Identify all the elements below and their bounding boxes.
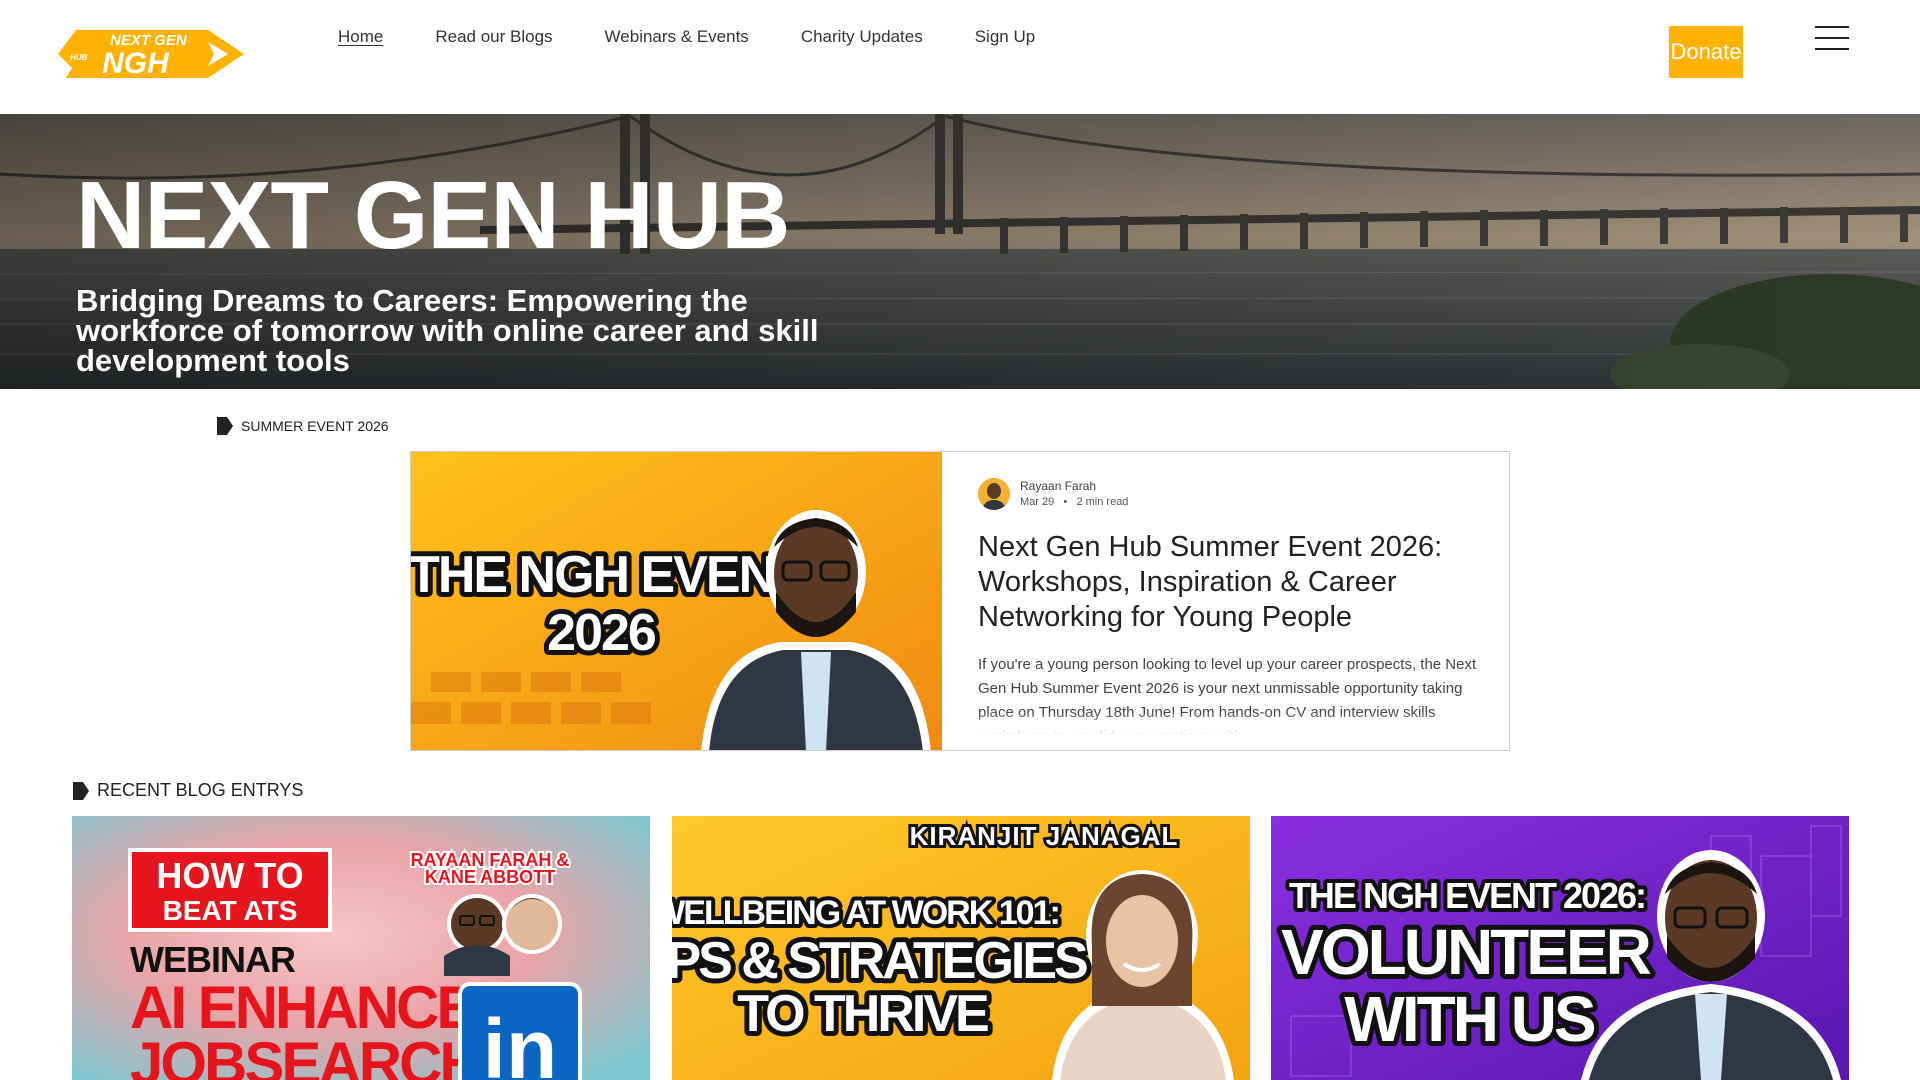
author-avatar-image — [978, 478, 1010, 510]
hero-title: NEXT GEN HUB — [76, 162, 790, 269]
page: NEXT GEN HUB NGH Home Read our Blogs Web… — [0, 0, 1920, 1080]
featured-post-image[interactable]: THE NGH EVENT 2026 — [411, 452, 942, 750]
nav-charity-updates[interactable]: Charity Updates — [801, 26, 923, 48]
volunteer-line3: WITH US — [1344, 983, 1595, 1055]
wellbeing-line3: TO THRIVE — [737, 985, 988, 1043]
wellbeing-thumbnail: KIRANJIT JANAGAL WELLBEING AT WORK 101: … — [672, 816, 1250, 1080]
recent-blog-heading-label: RECENT BLOG ENTRYS — [97, 780, 304, 800]
nav-home[interactable]: Home — [338, 26, 383, 48]
ats-presenters-2: KANE ABBOTT — [425, 867, 555, 887]
main-nav: Home Read our Blogs Webinars & Events Ch… — [338, 26, 1087, 48]
ats-line2: BEAT ATS — [163, 895, 298, 926]
post-meta: Mar 29 • 2 min read — [1020, 494, 1128, 510]
logo-text-main: NGH — [102, 47, 170, 80]
ngh-logo[interactable]: NEXT GEN HUB NGH — [58, 28, 244, 80]
meta-separator: • — [1057, 496, 1074, 508]
featured-image-text-line1: THE NGH EVENT — [411, 546, 806, 604]
volunteer-line2: VOLUNTEER — [1281, 916, 1650, 988]
featured-category-tag[interactable]: SUMMER EVENT 2026 — [217, 417, 389, 435]
nav-webinars-events[interactable]: Webinars & Events — [605, 26, 749, 48]
wellbeing-author-name: KIRANJIT JANAGAL — [910, 821, 1179, 851]
featured-category-label: SUMMER EVENT 2026 — [241, 418, 389, 434]
author-avatar[interactable] — [978, 478, 1010, 510]
ats-webinar-thumbnail: HOW TO BEAT ATS RAYAAN FARAH & KANE ABBO… — [72, 816, 650, 1080]
featured-post-thumbnail: THE NGH EVENT 2026 — [411, 452, 942, 750]
hero-banner: NEXT GEN HUB Bridging Dreams to Careers:… — [0, 114, 1920, 389]
post-author[interactable]: Rayaan Farah Mar 29 • 2 min read — [978, 478, 1478, 510]
tag-icon — [73, 781, 89, 800]
featured-post-title[interactable]: Next Gen Hub Summer Event 2026: Workshop… — [978, 530, 1478, 635]
hero-subtitle: Bridging Dreams to Careers: Empowering t… — [76, 283, 819, 378]
blog-post-card-wellbeing[interactable]: KIRANJIT JANAGAL WELLBEING AT WORK 101: … — [672, 816, 1250, 1080]
featured-image-text-line2: 2026 — [547, 604, 656, 662]
donate-button[interactable]: Donate — [1669, 26, 1743, 78]
post-date: Mar 29 — [1020, 496, 1055, 508]
author-name[interactable]: Rayaan Farah — [1020, 478, 1128, 494]
nav-read-our-blogs[interactable]: Read our Blogs — [435, 26, 552, 48]
nav-sign-up[interactable]: Sign Up — [975, 26, 1035, 48]
linkedin-badge-icon: in — [483, 1002, 558, 1080]
hamburger-menu-icon[interactable] — [1815, 26, 1849, 50]
tag-icon — [217, 417, 233, 435]
volunteer-line1: THE NGH EVENT 2026: — [1289, 875, 1645, 916]
post-read-time: 2 min read — [1076, 496, 1129, 508]
volunteer-thumbnail: THE NGH EVENT 2026: VOLUNTEER WITH US — [1271, 816, 1849, 1080]
wellbeing-line1: WELLBEING AT WORK 101: — [672, 894, 1059, 932]
featured-post-excerpt: If you're a young person looking to leve… — [978, 656, 1477, 735]
blog-post-card-volunteer[interactable]: THE NGH EVENT 2026: VOLUNTEER WITH US — [1271, 816, 1849, 1080]
featured-post-body: Rayaan Farah Mar 29 • 2 min read Next Ge… — [978, 478, 1478, 735]
ats-line5: JOBSEARCH — [130, 1030, 480, 1080]
ats-line1: HOW TO — [156, 855, 303, 896]
blog-post-card-ats-webinar[interactable]: HOW TO BEAT ATS RAYAAN FARAH & KANE ABBO… — [72, 816, 650, 1080]
featured-post-card[interactable]: THE NGH EVENT 2026 Rayaan Farah Mar 29 •… — [410, 451, 1510, 751]
site-header: NEXT GEN HUB NGH Home Read our Blogs Web… — [0, 0, 1920, 114]
recent-blog-heading: RECENT BLOG ENTRYS — [73, 780, 303, 801]
wellbeing-line2: TIPS & STRATEGIES — [672, 932, 1087, 990]
logo-text-hub: HUB — [70, 53, 88, 62]
